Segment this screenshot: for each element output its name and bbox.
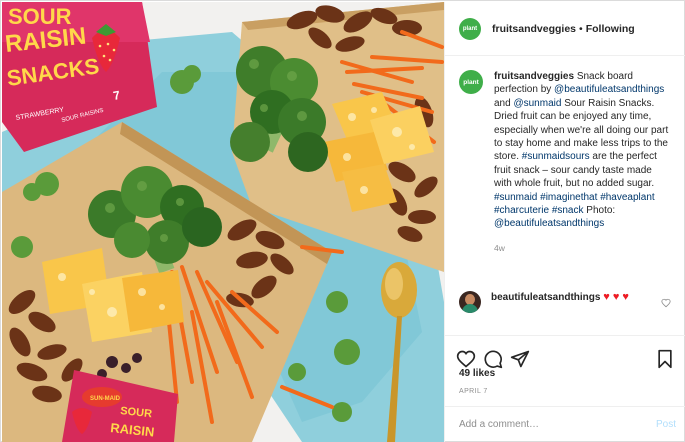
heart-icon[interactable] [455, 348, 477, 370]
avatar-text: plant [462, 25, 478, 32]
caption-fragment: and [494, 97, 511, 109]
header-separator: • [579, 22, 583, 35]
follow-status-button[interactable]: Following [586, 23, 635, 35]
header-username[interactable]: fruitsandveggies [492, 23, 576, 35]
caption-mention[interactable]: @beautifuleatsandthings [494, 218, 604, 229]
comment-body: beautifuleatsandthings ♥ ♥ ♥ [491, 291, 651, 313]
avatar-text: plant [463, 78, 479, 86]
comment-input[interactable] [459, 419, 656, 430]
caption-hashtag[interactable]: #sunmaidsours [522, 151, 590, 162]
instagram-post: SOUR RAISIN SNACKS STRAWBERRY 7 SOUR RAI… [0, 0, 685, 442]
post-sidebar: plant fruitsandveggies • Following plant f… [444, 2, 685, 442]
caption-hashtag[interactable]: #snack [552, 205, 584, 216]
profile-avatar[interactable]: plant [459, 17, 481, 40]
caption-body: fruitsandveggies Snack board perfection … [494, 70, 672, 292]
caption-hashtag[interactable]: #sunmaid [494, 192, 537, 203]
post-photo[interactable]: SOUR RAISIN SNACKS STRAWBERRY 7 SOUR RAI… [2, 2, 444, 442]
caption-section: plant fruitsandveggies Snack board perfe… [445, 56, 685, 292]
caption-username[interactable]: fruitsandveggies [494, 71, 574, 82]
likes-count[interactable]: 49 likes [459, 368, 495, 379]
add-comment-bar: Post [445, 406, 685, 442]
comment-text: ♥ ♥ ♥ [603, 291, 629, 303]
post-date: APRIL 7 [459, 388, 488, 395]
caption-mention[interactable]: @beautifuleatsandthings [554, 84, 664, 95]
caption-avatar[interactable]: plant [459, 70, 483, 94]
caption-hashtag[interactable]: #charcuterie [494, 205, 549, 216]
caption-text: fruitsandveggies Snack board perfection … [494, 70, 672, 231]
caption-hashtag[interactable]: #haveaplant [600, 192, 655, 203]
comment-username[interactable]: beautifuleatsandthings [491, 292, 600, 303]
post-button[interactable]: Post [656, 419, 676, 430]
share-icon[interactable] [509, 348, 531, 370]
post-age: 4w [494, 242, 505, 253]
header-text: fruitsandveggies • Following [492, 23, 635, 35]
photo-credit-label: Photo: [586, 205, 616, 217]
caption-mention[interactable]: @sunmaid [513, 98, 561, 109]
bookmark-icon[interactable] [654, 348, 676, 370]
commenter-avatar[interactable] [459, 291, 481, 313]
post-header: plant fruitsandveggies • Following [445, 2, 685, 56]
avatar-shirt [462, 304, 478, 313]
caption-hashtag[interactable]: #imaginethat [540, 192, 597, 203]
post-image: SOUR RAISIN SNACKS STRAWBERRY 7 SOUR RAI… [2, 2, 444, 442]
package-bottom-brand: SUN-MAID [90, 396, 121, 402]
comment-icon[interactable] [482, 348, 504, 370]
small-heart-icon[interactable] [661, 298, 671, 310]
comment-item: beautifuleatsandthings ♥ ♥ ♥ [459, 291, 671, 313]
